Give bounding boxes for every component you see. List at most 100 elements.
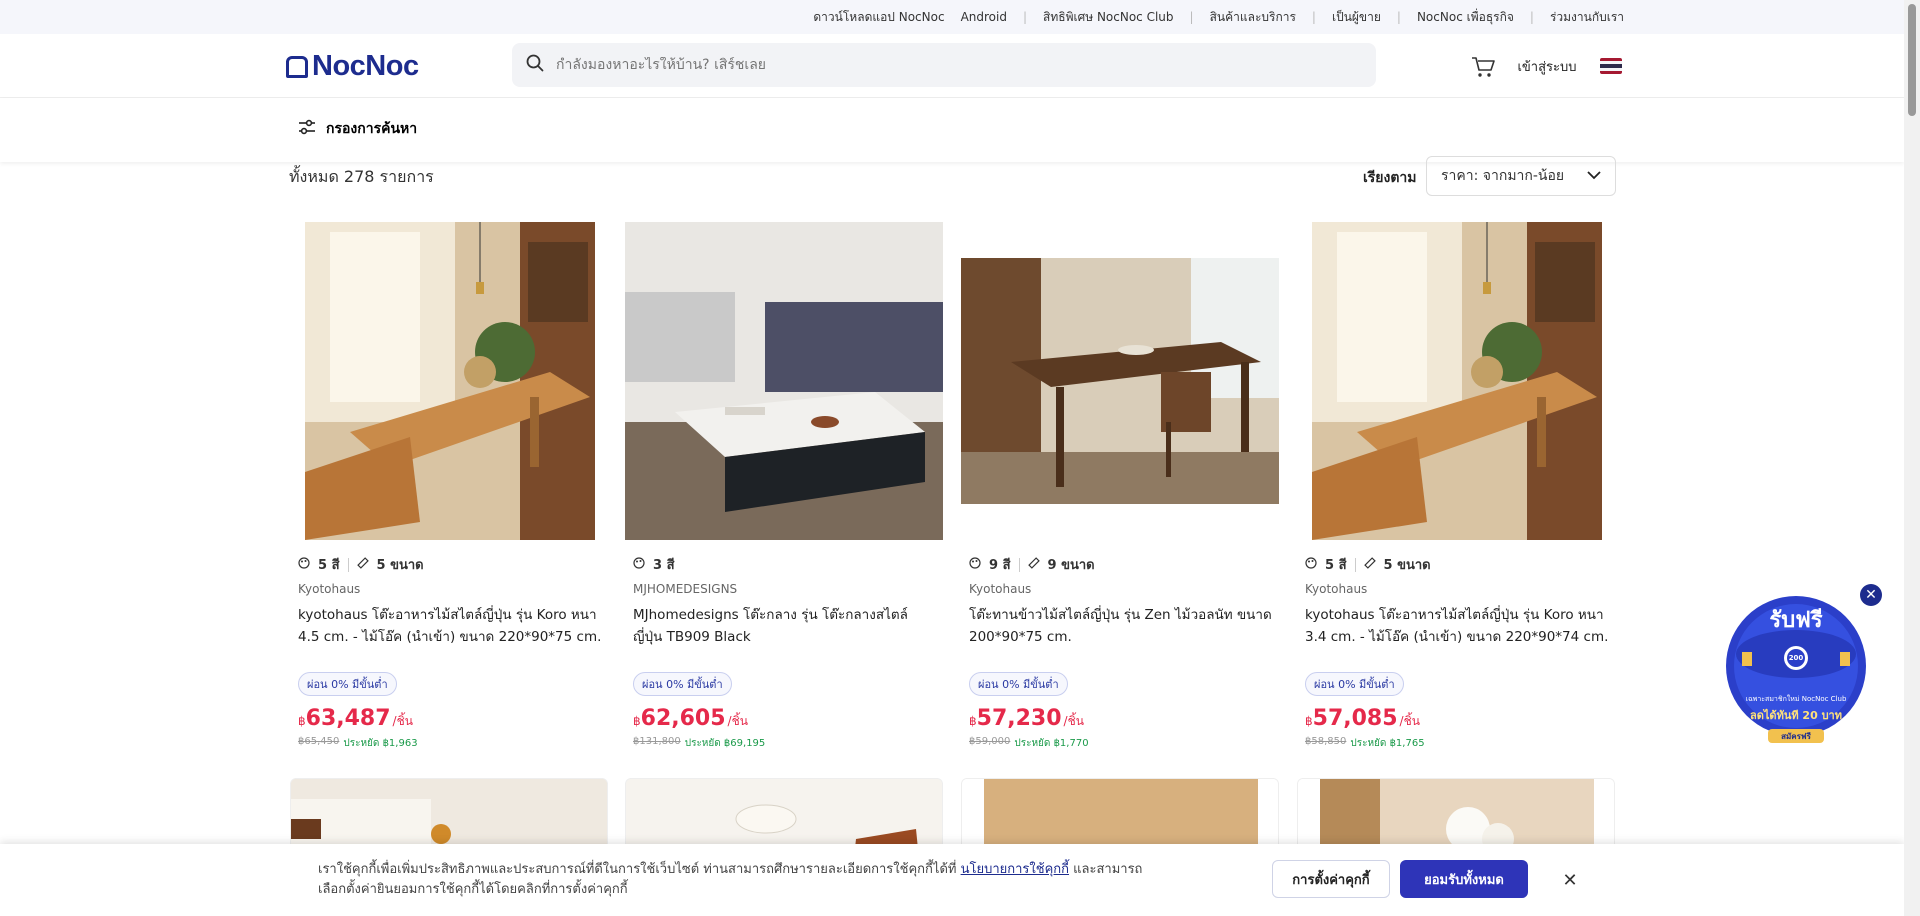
sort-value: ราคา: จากมาก-น้อย — [1441, 168, 1565, 184]
product-price: ฿ 57,085 /ชิ้น — [1305, 706, 1420, 731]
android-link[interactable]: Android — [961, 10, 1007, 24]
chevron-down-icon — [1587, 168, 1601, 184]
product-brand: Kyotohaus — [1305, 582, 1368, 596]
savings: ประหยัด ฿1,963 — [343, 738, 418, 749]
sliders-icon — [298, 119, 316, 139]
divider — [347, 557, 349, 572]
price-unit: /ชิ้น — [727, 714, 748, 728]
price-discount: ฿59,000 ประหยัด ฿1,770 — [969, 736, 1089, 751]
search-icon[interactable] — [526, 54, 544, 76]
price-discount: ฿65,450 ประหยัด ฿1,963 — [298, 736, 418, 751]
price-value: 57,230 — [976, 706, 1062, 731]
product-image[interactable] — [625, 222, 943, 540]
sort-select[interactable]: ราคา: จากมาก-น้อย — [1426, 156, 1616, 196]
close-icon[interactable]: ✕ — [1560, 870, 1580, 891]
product-title[interactable]: kyotohaus โต๊ะอาหารไม้สไตล์ญี่ปุ่น รุ่น … — [1305, 604, 1609, 648]
product-image[interactable] — [961, 222, 1279, 540]
currency-symbol: ฿ — [633, 714, 641, 728]
promo-line2: ลดได้ทันที 20 บาท — [1750, 709, 1842, 722]
divider: | — [1529, 10, 1534, 24]
divider — [1018, 557, 1020, 572]
ruler-icon — [1363, 556, 1376, 573]
cookie-banner: เราใช้คุกกี้เพื่อเพิ่มประสิทธิภาพและประส… — [0, 844, 1904, 916]
price-unit: /ชิ้น — [1063, 714, 1084, 728]
currency-symbol: ฿ — [298, 714, 306, 728]
nocnoc-logo[interactable]: NocNoc — [286, 50, 419, 83]
installment-badge: ผ่อน 0% มีขั้นต่ำ — [1305, 672, 1404, 696]
nocnoc-club-promo[interactable]: รับฟรี 200 เฉพาะสมาชิกใหม่ NocNoc Club ล… — [1722, 594, 1870, 746]
product-card[interactable]: 3 สี MJHOMEDESIGNS MJhomedesigns โต๊ะกลา… — [625, 222, 943, 760]
product-card[interactable]: 5 สี 5 ขนาด Kyotohaus kyotohaus โต๊ะอาหา… — [1297, 222, 1615, 760]
palette-icon — [298, 556, 310, 573]
product-title[interactable]: โต๊ะทานข้าวไม้สไตล์ญี่ปุ่น รุ่น Zen ไม้ว… — [969, 604, 1273, 648]
savings: ประหยัด ฿1,765 — [1350, 738, 1425, 749]
business-link[interactable]: NocNoc เพื่อธุรกิจ — [1417, 8, 1514, 27]
savings: ประหยัด ฿69,195 — [684, 738, 766, 749]
product-price: ฿ 63,487 /ชิ้น — [298, 706, 413, 731]
product-card[interactable]: 5 สี 5 ขนาด Kyotohaus kyotohaus โต๊ะอาหา… — [290, 222, 608, 760]
filter-button[interactable]: กรองการค้นหา — [290, 112, 426, 146]
price-discount: ฿58,850 ประหยัด ฿1,765 — [1305, 736, 1425, 751]
page-scrollbar[interactable] — [1904, 0, 1920, 916]
currency-symbol: ฿ — [969, 714, 977, 728]
color-count: 9 สี — [989, 558, 1011, 573]
product-brand: Kyotohaus — [969, 582, 1032, 596]
nocnoc-club-link[interactable]: สิทธิพิเศษ NocNoc Club — [1043, 8, 1174, 27]
product-card[interactable]: 9 สี 9 ขนาด Kyotohaus โต๊ะทานข้าวไม้สไตล… — [961, 222, 1279, 760]
sort-label: เรียงตาม — [1363, 170, 1417, 186]
product-options: 5 สี 5 ขนาด — [298, 554, 424, 575]
installment-badge: ผ่อน 0% มีขั้นต่ำ — [969, 672, 1068, 696]
top-bar: ดาวน์โหลดแอป NocNoc Android | สิทธิพิเศษ… — [0, 0, 1904, 34]
promo-cta[interactable]: สมัครฟรี — [1768, 730, 1824, 743]
promo-close-icon[interactable]: ✕ — [1860, 584, 1882, 606]
product-image[interactable] — [1297, 222, 1615, 540]
ruler-icon — [1027, 556, 1040, 573]
cookie-message: เราใช้คุกกี้เพื่อเพิ่มประสิทธิภาพและประส… — [318, 860, 1160, 900]
product-title[interactable]: kyotohaus โต๊ะอาหารไม้สไตล์ญี่ปุ่น รุ่น … — [298, 604, 602, 648]
logo-mark-icon — [286, 55, 308, 78]
cookie-text-before: เราใช้คุกกี้เพื่อเพิ่มประสิทธิภาพและประส… — [318, 862, 961, 877]
promo-line1: เฉพาะสมาชิกใหม่ NocNoc Club — [1745, 695, 1847, 703]
divider: | — [1189, 10, 1194, 24]
product-options: 9 สี 9 ขนาด — [969, 554, 1095, 575]
size-count: 5 ขนาด — [1383, 558, 1431, 573]
product-price: ฿ 57,230 /ชิ้น — [969, 706, 1084, 731]
login-button[interactable]: เข้าสู่ระบบ — [1508, 48, 1586, 84]
search-input[interactable] — [556, 57, 1256, 73]
size-count: 9 ขนาด — [1047, 558, 1095, 573]
palette-icon — [969, 556, 981, 573]
color-count: 5 สี — [318, 558, 340, 573]
accept-all-button[interactable]: ยอมรับทั้งหมด — [1400, 860, 1528, 898]
filter-bar: กรองการค้นหา — [0, 98, 1904, 162]
download-app-link[interactable]: ดาวน์โหลดแอป NocNoc — [813, 8, 944, 27]
price-value: 63,487 — [305, 706, 391, 731]
product-brand: MJHOMEDESIGNS — [633, 582, 738, 596]
promo-headline: รับฟรี — [1769, 608, 1823, 633]
old-price: ฿58,850 — [1305, 736, 1347, 747]
cookie-policy-link[interactable]: นโยบายการใช้คุกกี้ — [961, 862, 1069, 877]
color-count: 5 สี — [1325, 558, 1347, 573]
scrollbar-thumb[interactable] — [1908, 4, 1916, 116]
palette-icon — [1305, 556, 1317, 573]
become-seller-link[interactable]: เป็นผู้ขาย — [1332, 8, 1381, 27]
currency-symbol: ฿ — [1305, 714, 1313, 728]
careers-link[interactable]: ร่วมงานกับเรา — [1550, 8, 1624, 27]
divider: | — [1022, 10, 1028, 24]
price-value: 57,085 — [1312, 706, 1398, 731]
savings: ประหยัด ฿1,770 — [1014, 738, 1089, 749]
product-brand: Kyotohaus — [298, 582, 361, 596]
ruler-icon — [356, 556, 369, 573]
price-value: 62,605 — [640, 706, 726, 731]
thai-flag-icon[interactable] — [1600, 58, 1622, 74]
products-services-link[interactable]: สินค้าและบริการ — [1210, 8, 1296, 27]
site-header: NocNoc เข้าสู่ระบบ — [0, 34, 1904, 98]
product-image[interactable] — [290, 222, 608, 540]
installment-badge: ผ่อน 0% มีขั้นต่ำ — [633, 672, 732, 696]
installment-badge: ผ่อน 0% มีขั้นต่ำ — [298, 672, 397, 696]
cart-icon[interactable] — [1470, 54, 1496, 80]
cookie-settings-button[interactable]: การตั้งค่าคุกกี้ — [1272, 860, 1390, 898]
product-title[interactable]: MJhomedesigns โต๊ะกลาง รุ่น โต๊ะกลางสไตล… — [633, 604, 937, 648]
search-bar[interactable] — [512, 43, 1376, 87]
old-price: ฿131,800 — [633, 736, 681, 747]
size-count: 5 ขนาด — [376, 558, 424, 573]
